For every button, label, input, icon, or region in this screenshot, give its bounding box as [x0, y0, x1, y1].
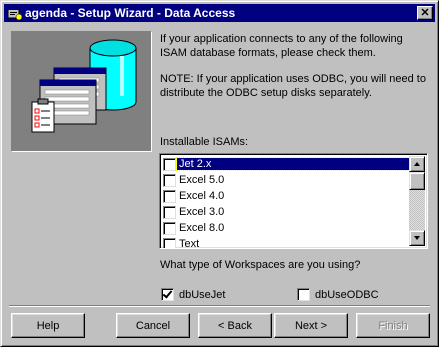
isam-list-item[interactable]: Jet 2.x — [162, 156, 410, 172]
isam-items: Jet 2.x Excel 5.0 Excel 4.0 Excel 3.0 Excel … — [162, 156, 410, 249]
isam-listbox[interactable]: Jet 2.x Excel 5.0 Excel 4.0 Excel 3.0 Excel … — [159, 153, 428, 249]
isam-checkbox[interactable] — [163, 237, 176, 248]
next-button[interactable]: Next > — [274, 313, 348, 338]
info-paragraph-odbc-note: NOTE: If your application uses ODBC, you… — [160, 73, 426, 99]
window-title: agenda - Setup Wizard - Data Access — [25, 6, 236, 20]
isam-item-label: Excel 4.0 — [179, 190, 225, 202]
back-button[interactable]: < Back — [198, 313, 272, 338]
dbuseodbc-label: dbUseODBC — [315, 288, 379, 301]
isam-checkbox[interactable] — [163, 189, 176, 203]
dbuseodbc-checkbox[interactable] — [297, 288, 310, 301]
arrow-down-icon — [414, 236, 420, 240]
setup-wizard-icon — [6, 5, 23, 21]
arrow-up-icon — [414, 162, 420, 166]
isam-item-label: Excel 3.0 — [179, 206, 225, 218]
isam-checkbox[interactable] — [163, 205, 176, 219]
help-button[interactable]: Help — [11, 313, 85, 338]
scroll-thumb[interactable] — [409, 172, 425, 190]
close-icon: ✕ — [420, 7, 430, 19]
isam-checkbox[interactable] — [163, 173, 176, 187]
title-bar[interactable]: agenda - Setup Wizard - Data Access ✕ — [4, 4, 435, 22]
isam-scrollbar[interactable] — [409, 156, 425, 246]
workspace-question: What type of Workspaces are you using? — [160, 259, 361, 271]
isam-checkbox[interactable] — [163, 157, 176, 171]
close-button[interactable]: ✕ — [417, 6, 433, 20]
separator — [9, 305, 430, 307]
cancel-button[interactable]: Cancel — [116, 313, 190, 338]
scroll-down-button[interactable] — [409, 230, 425, 246]
info-paragraph-isam: If your application connects to any of t… — [160, 33, 403, 59]
finish-button[interactable]: Finish — [356, 313, 430, 338]
isam-list-item[interactable]: Text — [162, 236, 410, 249]
wizard-illustration — [11, 31, 152, 152]
dbusejet-label: dbUseJet — [179, 288, 226, 301]
scroll-up-button[interactable] — [409, 156, 425, 172]
dbusejet-checkbox[interactable] — [161, 288, 174, 301]
isam-list-item[interactable]: Excel 3.0 — [162, 204, 410, 220]
isam-item-label: Text — [179, 238, 200, 249]
option-dbusejet[interactable]: dbUseJet — [161, 288, 225, 301]
isam-list-label: Installable ISAMs: — [160, 136, 249, 148]
isam-item-label: Excel 5.0 — [179, 174, 225, 186]
info-text: If your application connects to any of t… — [160, 32, 430, 112]
isam-list-item[interactable]: Excel 8.0 — [162, 220, 410, 236]
isam-checkbox[interactable] — [163, 221, 176, 235]
isam-list-item[interactable]: Excel 5.0 — [162, 172, 410, 188]
option-dbuseodbc[interactable]: dbUseODBC — [297, 288, 379, 301]
isam-item-label: Excel 8.0 — [179, 222, 225, 234]
isam-list-item[interactable]: Excel 4.0 — [162, 188, 410, 204]
database-forms-icon — [31, 39, 137, 133]
setup-wizard-window: agenda - Setup Wizard - Data Access ✕ If… — [0, 0, 439, 347]
isam-item-label: Jet 2.x — [176, 157, 410, 171]
